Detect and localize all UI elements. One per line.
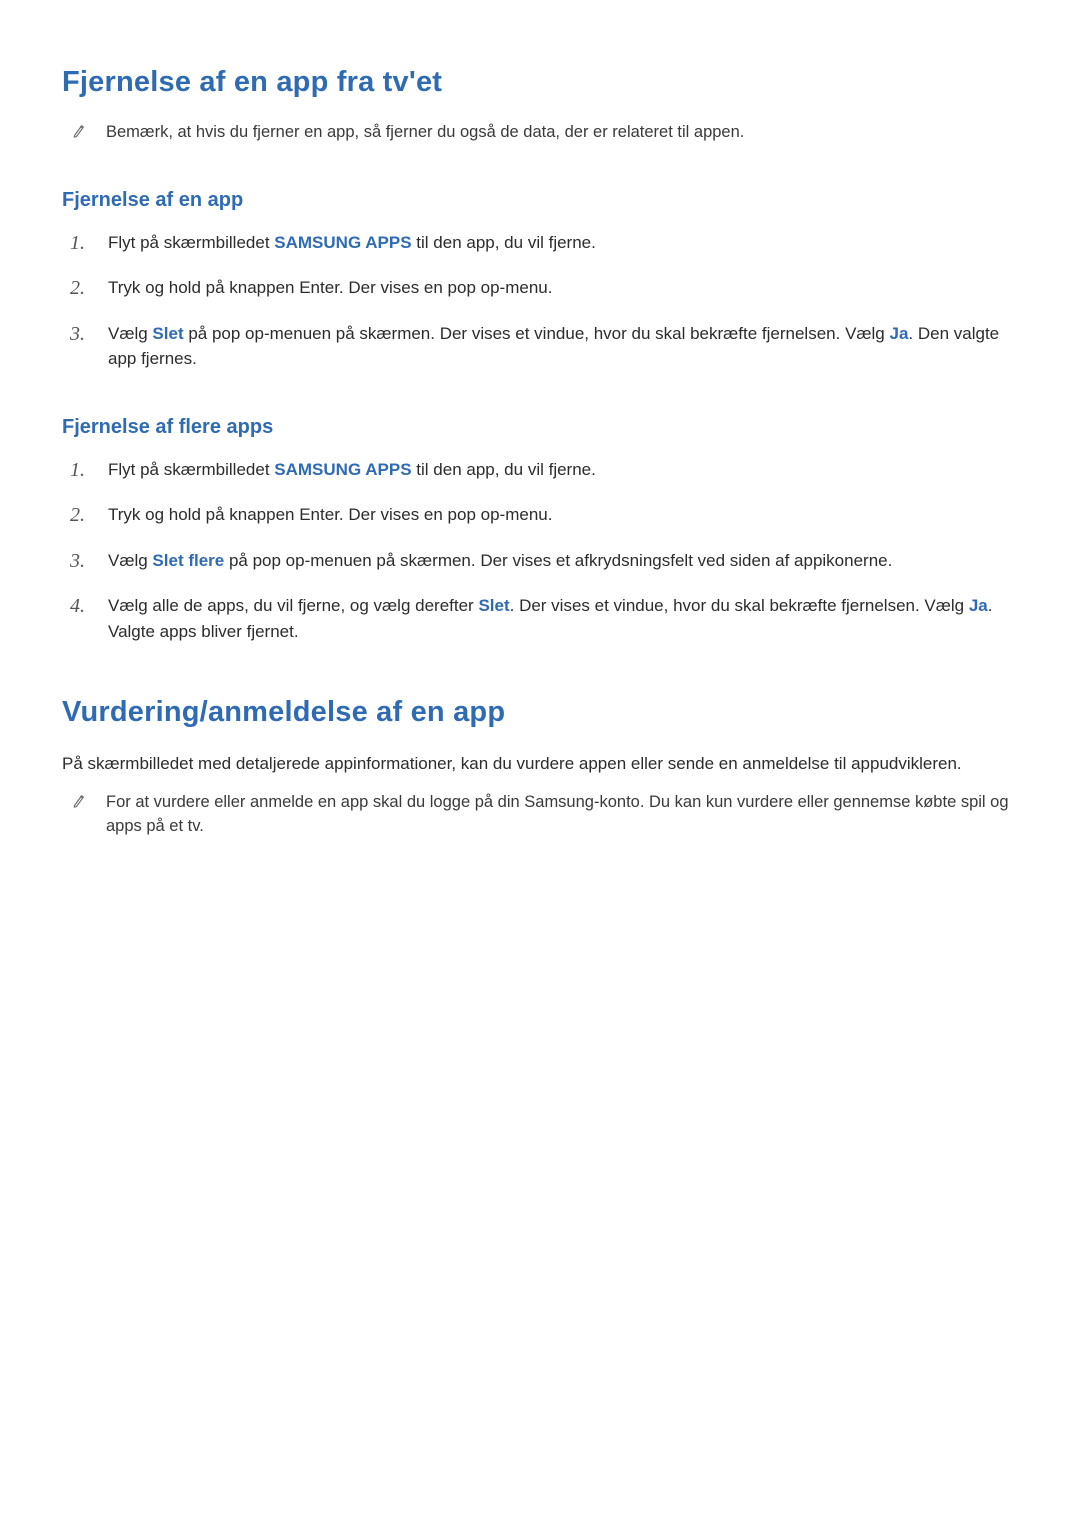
section-heading-rate-app: Vurdering/anmeldelse af en app [62, 696, 1018, 729]
pencil-icon [70, 791, 88, 809]
note-remove-app: Bemærk, at hvis du fjerner en app, så fj… [70, 121, 1018, 145]
step-text: . Der vises et vindue, hvor du skal bekr… [510, 596, 969, 615]
step-text: Flyt på skærmbilledet [108, 460, 274, 479]
inline-keyword-ja: Ja [969, 596, 988, 615]
inline-keyword-slet: Slet [478, 596, 509, 615]
step-text: Vælg [108, 324, 152, 343]
step-text: på pop op-menuen på skærmen. Der vises e… [224, 551, 892, 570]
subheading-remove-multiple-apps: Fjernelse af flere apps [62, 416, 1018, 439]
note-rate-app: For at vurdere eller anmelde en app skal… [70, 791, 1018, 839]
pencil-icon [70, 121, 88, 139]
step-text: Vælg [108, 551, 152, 570]
inline-keyword-slet: Slet [152, 324, 183, 343]
inline-keyword-samsung-apps: SAMSUNG APPS [274, 460, 411, 479]
steps-remove-multiple-apps: Flyt på skærmbilledet SAMSUNG APPS til d… [70, 457, 1018, 645]
step-item: Vælg alle de apps, du vil fjerne, og væl… [70, 593, 1018, 644]
step-text: til den app, du vil fjerne. [412, 233, 596, 252]
inline-keyword-samsung-apps: SAMSUNG APPS [274, 233, 411, 252]
step-text: på pop op-menuen på skærmen. Der vises e… [184, 324, 890, 343]
step-item: Tryk og hold på knappen Enter. Der vises… [70, 275, 1018, 301]
steps-remove-one-app: Flyt på skærmbilledet SAMSUNG APPS til d… [70, 230, 1018, 372]
document-page: Fjernelse af en app fra tv'et Bemærk, at… [0, 0, 1080, 1527]
step-text: Vælg alle de apps, du vil fjerne, og væl… [108, 596, 478, 615]
body-text-rate-app: På skærmbilledet med detaljerede appinfo… [62, 751, 1018, 777]
step-item: Vælg Slet flere på pop op-menuen på skær… [70, 548, 1018, 574]
inline-keyword-ja: Ja [889, 324, 908, 343]
step-item: Tryk og hold på knappen Enter. Der vises… [70, 502, 1018, 528]
note-text: Bemærk, at hvis du fjerner en app, så fj… [106, 121, 1018, 145]
step-item: Vælg Slet på pop op-menuen på skærmen. D… [70, 321, 1018, 372]
step-text: til den app, du vil fjerne. [412, 460, 596, 479]
step-text: Tryk og hold på knappen Enter. Der vises… [108, 505, 552, 524]
subheading-remove-one-app: Fjernelse af en app [62, 189, 1018, 212]
inline-keyword-slet-flere: Slet flere [152, 551, 224, 570]
step-text: Flyt på skærmbilledet [108, 233, 274, 252]
note-text: For at vurdere eller anmelde en app skal… [106, 791, 1018, 839]
step-item: Flyt på skærmbilledet SAMSUNG APPS til d… [70, 457, 1018, 483]
section-heading-remove-app: Fjernelse af en app fra tv'et [62, 66, 1018, 99]
step-text: Tryk og hold på knappen Enter. Der vises… [108, 278, 552, 297]
step-item: Flyt på skærmbilledet SAMSUNG APPS til d… [70, 230, 1018, 256]
